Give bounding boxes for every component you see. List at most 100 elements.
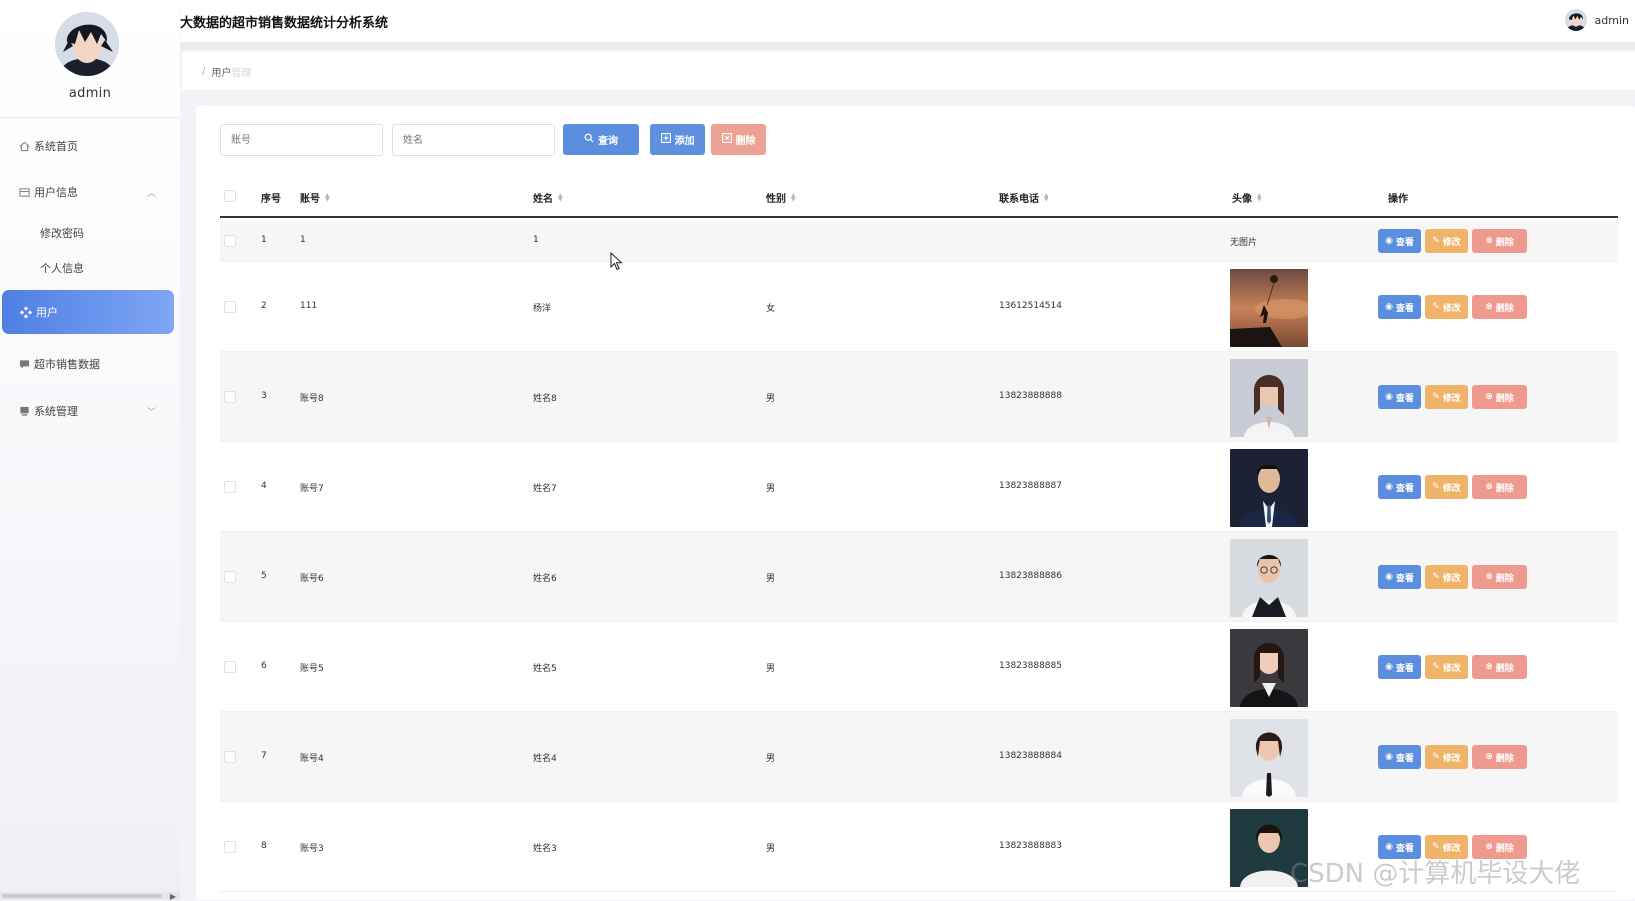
- header-avatar[interactable]: [1564, 9, 1587, 31]
- view-button[interactable]: ◉ 查看: [1378, 655, 1421, 679]
- cell-phone: 13823888886: [999, 571, 1062, 581]
- cell-gender: 男: [766, 484, 776, 494]
- column-header-name[interactable]: 姓名 ▲ ▼: [533, 190, 563, 205]
- mouse-cursor-icon: [610, 252, 623, 271]
- header-username: admin: [1594, 13, 1629, 27]
- query-label: 查询: [598, 136, 618, 147]
- column-header-account[interactable]: 账号 ▲ ▼: [300, 190, 330, 205]
- sort-icon[interactable]: ▲ ▼: [791, 192, 796, 202]
- search-icon: [584, 133, 594, 146]
- sidebar-scrollbar[interactable]: ▶: [0, 892, 180, 901]
- row-checkbox[interactable]: [224, 661, 236, 673]
- column-header-gender[interactable]: 性别 ▲ ▼: [766, 190, 796, 205]
- header-user[interactable]: admin: [1564, 9, 1629, 31]
- edit-button[interactable]: ✎ 修改: [1425, 385, 1468, 409]
- table-row[interactable]: 4 账号7 姓名7 男 13823888887 ◉ 查看 ✎ 修改 ⊗ 删除: [220, 442, 1618, 532]
- breadcrumb: / 用户 管理: [182, 52, 1635, 90]
- delete-button[interactable]: ⊗ 删除: [1472, 745, 1527, 769]
- chevron-up-icon: ︿: [146, 188, 156, 199]
- cell-phone: 13823888883: [999, 841, 1062, 851]
- cell-account: 111: [300, 301, 318, 311]
- cell-name: 姓名8: [533, 394, 557, 404]
- chat-icon: [18, 358, 30, 370]
- view-button[interactable]: ◉ 查看: [1378, 229, 1421, 253]
- table-row[interactable]: 3 账号8 姓名8 男 13823888888 ◉ 查看 ✎ 修改 ⊗ 删除: [220, 352, 1618, 442]
- cell-index: 1: [261, 235, 267, 245]
- view-button[interactable]: ◉ 查看: [1378, 295, 1421, 319]
- cell-gender: 男: [766, 574, 776, 584]
- edit-button[interactable]: ✎ 修改: [1425, 475, 1468, 499]
- edit-button[interactable]: ✎ 修改: [1425, 229, 1468, 253]
- table-row[interactable]: 2 111 杨洋 女 13612514514 ◉ 查看 ✎ 修改 ⊗ 删除: [220, 262, 1618, 352]
- sort-icon[interactable]: ▲ ▼: [325, 192, 330, 202]
- edit-button[interactable]: ✎ 修改: [1425, 745, 1468, 769]
- users-icon: [20, 305, 32, 319]
- eye-icon: ◉: [1385, 662, 1393, 672]
- close-circle-icon: ⊗: [1485, 392, 1493, 402]
- view-button[interactable]: ◉ 查看: [1378, 565, 1421, 589]
- delete-button[interactable]: ⊗ 删除: [1472, 475, 1527, 499]
- delete-button[interactable]: ⊗ 删除: [1472, 295, 1527, 319]
- sidebar-item-users[interactable]: 用户: [2, 290, 174, 334]
- sidebar-username: admin: [68, 86, 112, 101]
- table-header: 序号 账号 ▲ ▼ 姓名 ▲ ▼ 性别 ▲ ▼ 联系电话 ▲ ▼ 头像 ▲ ▼ 操作: [220, 174, 1618, 218]
- cell-photo[interactable]: [1230, 449, 1308, 527]
- delete-button[interactable]: ⊗ 删除: [1472, 655, 1527, 679]
- delete-button[interactable]: ⊗ 删除: [1472, 565, 1527, 589]
- row-checkbox[interactable]: [224, 301, 236, 313]
- account-search-input[interactable]: [220, 124, 383, 156]
- cell-name: 姓名6: [533, 574, 557, 584]
- view-button[interactable]: ◉ 查看: [1378, 385, 1421, 409]
- row-checkbox[interactable]: [224, 235, 236, 247]
- cell-photo[interactable]: [1230, 359, 1308, 437]
- sidebar-item-sales-data[interactable]: 超市销售数据: [0, 346, 180, 382]
- table-row[interactable]: 5 账号6 姓名6 男 13823888886 ◉ 查看 ✎ 修改 ⊗ 删除: [220, 532, 1618, 622]
- sidebar-item-user-info[interactable]: 用户信息 ︿: [0, 174, 180, 210]
- row-checkbox[interactable]: [224, 391, 236, 403]
- cell-photo[interactable]: [1230, 539, 1308, 617]
- cell-photo[interactable]: [1230, 629, 1308, 707]
- avatar[interactable]: [55, 12, 119, 76]
- delete-button[interactable]: ⊗ 删除: [1472, 385, 1527, 409]
- chevron-down-icon: ﹀: [146, 407, 156, 418]
- header-divider: [180, 42, 1635, 50]
- row-checkbox[interactable]: [224, 751, 236, 763]
- edit-button[interactable]: ✎ 修改: [1425, 655, 1468, 679]
- sidebar-item-system[interactable]: 系统管理 ﹀: [0, 393, 180, 429]
- sort-icon[interactable]: ▲ ▼: [1257, 192, 1262, 202]
- cell-gender: 男: [766, 754, 776, 764]
- column-header-photo[interactable]: 头像 ▲ ▼: [1232, 190, 1262, 205]
- sort-icon[interactable]: ▲ ▼: [1044, 192, 1049, 202]
- edit-button[interactable]: ✎ 修改: [1425, 565, 1468, 589]
- close-circle-icon: ⊗: [1485, 662, 1493, 672]
- view-button[interactable]: ◉ 查看: [1378, 745, 1421, 769]
- table-row[interactable]: 7 账号4 姓名4 男 13823888884 ◉ 查看 ✎ 修改 ⊗ 删除: [220, 712, 1618, 802]
- cell-photo[interactable]: [1230, 269, 1308, 347]
- delete-button[interactable]: ⊗ 删除: [1472, 229, 1527, 253]
- select-all-checkbox[interactable]: [224, 190, 236, 202]
- edit-icon: ✎: [1432, 842, 1440, 852]
- cell-photo[interactable]: [1230, 719, 1308, 797]
- table-row[interactable]: 1 1 1 无图片 ◉ 查看 ✎ 修改 ⊗ 删除: [220, 220, 1618, 262]
- view-button[interactable]: ◉ 查看: [1378, 475, 1421, 499]
- sidebar-item-home[interactable]: 系统首页: [0, 128, 180, 164]
- row-checkbox[interactable]: [224, 571, 236, 583]
- name-search-input[interactable]: [392, 124, 555, 156]
- sidebar-item-profile[interactable]: 个人信息: [40, 255, 84, 281]
- row-checkbox[interactable]: [224, 481, 236, 493]
- row-checkbox[interactable]: [224, 841, 236, 853]
- batch-delete-button[interactable]: 删除: [711, 124, 766, 155]
- breadcrumb-current[interactable]: 用户: [211, 64, 231, 79]
- edit-button[interactable]: ✎ 修改: [1425, 295, 1468, 319]
- sidebar-item-change-password[interactable]: 修改密码: [40, 220, 84, 246]
- cell-gender: 男: [766, 844, 776, 854]
- cell-account: 账号5: [300, 664, 324, 674]
- add-button[interactable]: 添加: [650, 124, 705, 155]
- table-row[interactable]: 6 账号5 姓名5 男 13823888885 ◉ 查看 ✎ 修改 ⊗ 删除: [220, 622, 1618, 712]
- query-button[interactable]: 查询: [563, 124, 639, 155]
- sort-icon[interactable]: ▲ ▼: [558, 192, 563, 202]
- sidebar: admin 系统首页 用户信息 ︿ 修改密码 个人信息 用户 超市销售数据 系统…: [0, 0, 180, 901]
- column-header-phone[interactable]: 联系电话 ▲ ▼: [999, 190, 1049, 205]
- sidebar-profile: admin: [0, 0, 180, 118]
- scrollbar-thumb[interactable]: [2, 894, 162, 898]
